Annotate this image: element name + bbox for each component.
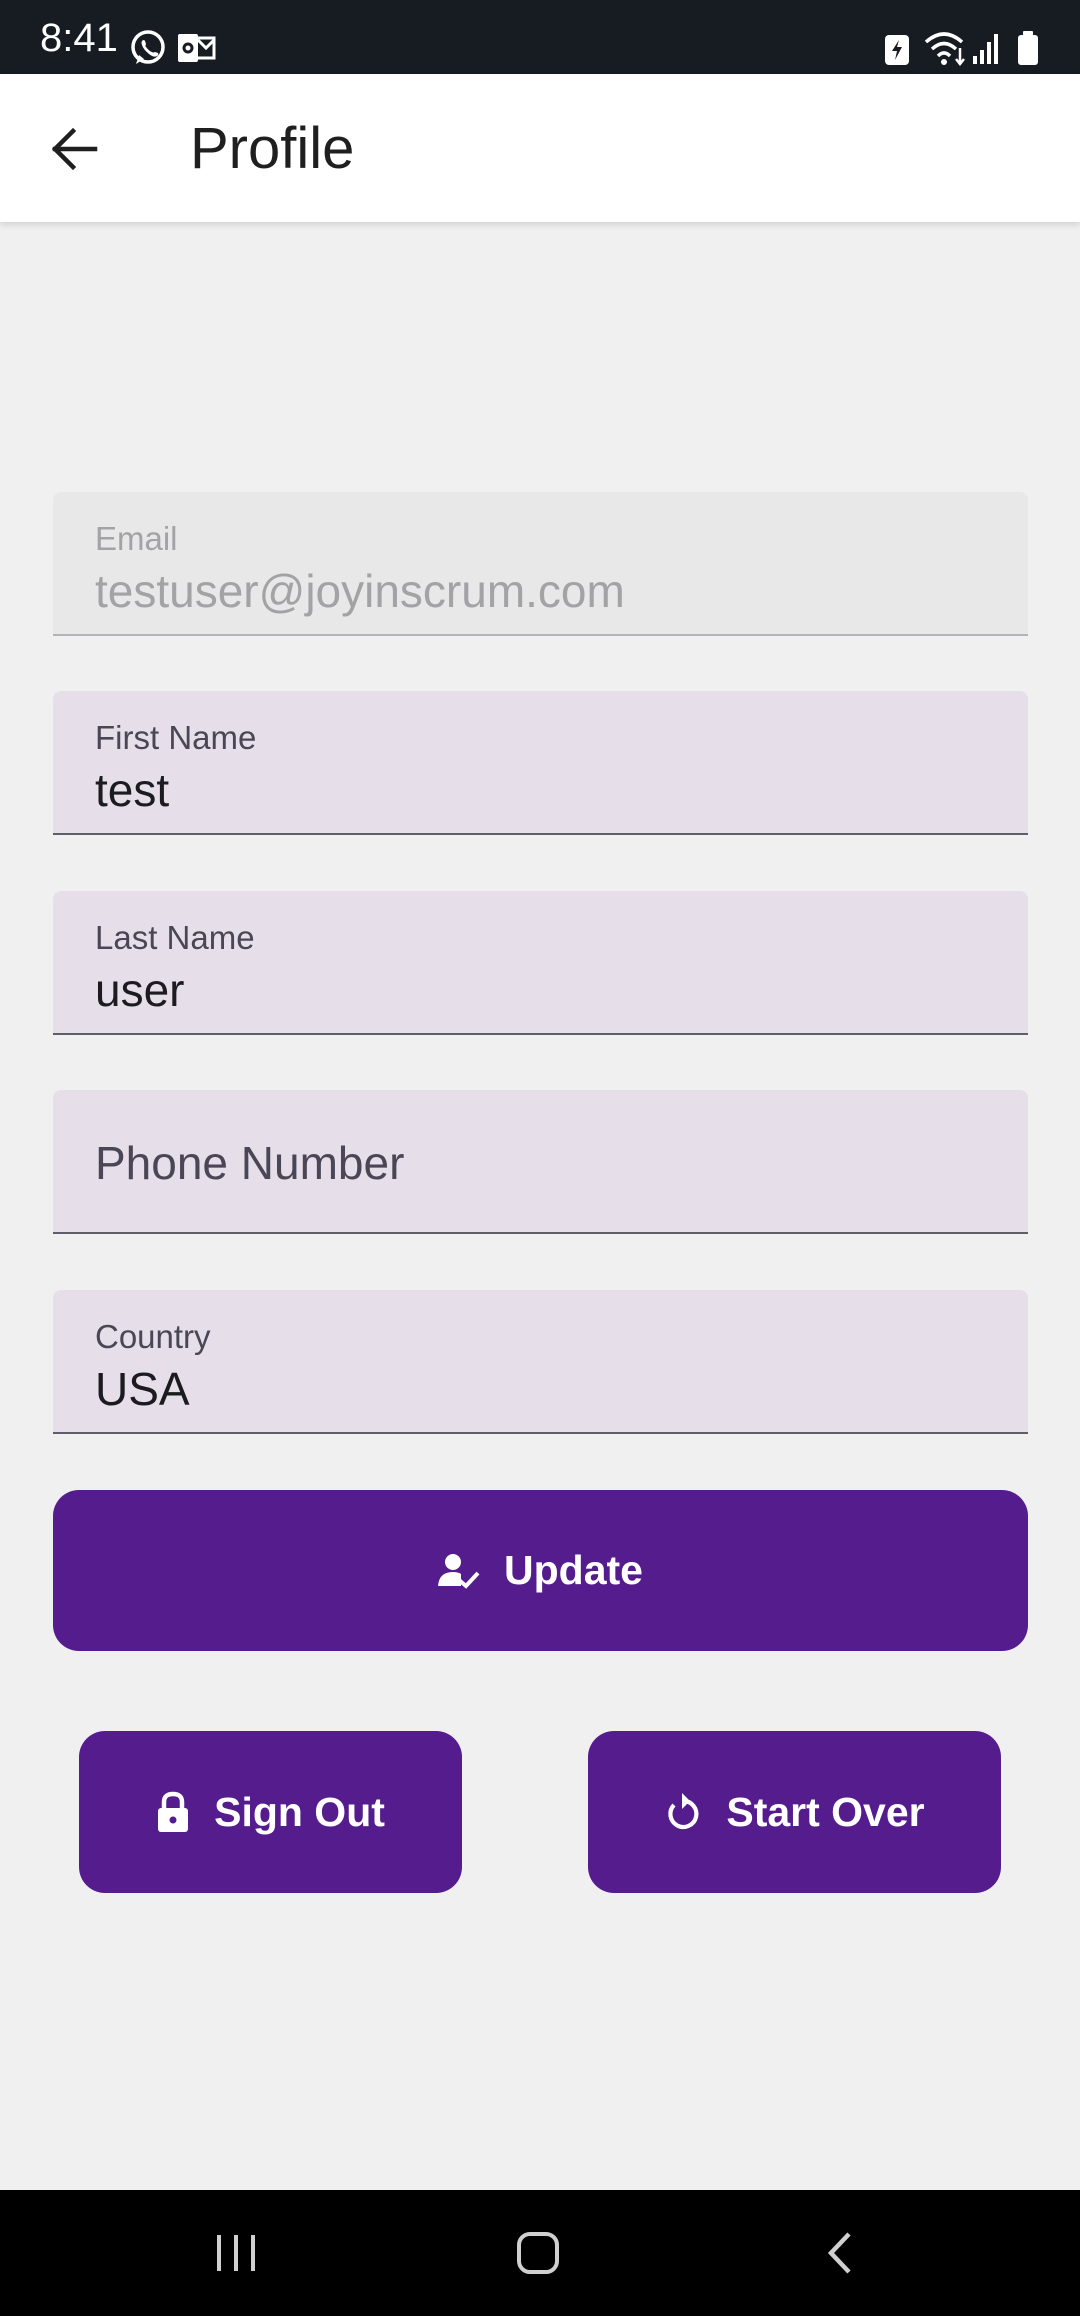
last-name-value[interactable]: user <box>95 967 184 1013</box>
home-icon <box>517 2232 559 2274</box>
country-field[interactable]: Country USA <box>53 1290 1028 1434</box>
cell-signal-icon <box>972 32 1002 69</box>
start-over-label: Start Over <box>726 1788 925 1835</box>
system-back-button[interactable] <box>790 2218 890 2288</box>
last-name-label: Last Name <box>95 919 255 956</box>
sign-out-button[interactable]: Sign Out <box>79 1731 462 1893</box>
update-label: Update <box>504 1547 643 1593</box>
sign-out-label: Sign Out <box>214 1788 385 1835</box>
status-bar: 8:41 <box>0 0 1080 74</box>
country-label: Country <box>95 1318 211 1355</box>
last-name-field[interactable]: Last Name user <box>53 891 1028 1035</box>
start-over-button[interactable]: Start Over <box>588 1731 1001 1893</box>
first-name-label: First Name <box>95 719 257 756</box>
system-nav-bar <box>0 2190 1080 2316</box>
battery-icon <box>1016 30 1040 71</box>
home-button[interactable] <box>488 2218 588 2288</box>
back-button[interactable] <box>30 114 118 184</box>
refresh-icon <box>664 1792 702 1832</box>
first-name-value[interactable]: test <box>95 767 169 813</box>
phone-number-placeholder: Phone Number <box>95 1137 405 1189</box>
status-time: 8:41 <box>40 16 118 60</box>
first-name-field[interactable]: First Name test <box>53 691 1028 835</box>
outlook-icon <box>176 32 216 69</box>
email-field: Email testuser@joyinscrum.com <box>53 492 1028 636</box>
page-title: Profile <box>190 116 355 181</box>
recent-apps-icon <box>217 2235 255 2271</box>
back-icon <box>827 2232 851 2274</box>
phone-number-field[interactable]: Phone Number <box>53 1090 1028 1234</box>
email-value: testuser@joyinscrum.com <box>95 565 625 617</box>
wifi-icon <box>924 30 968 71</box>
user-check-icon <box>438 1552 480 1590</box>
arrow-left-icon <box>51 127 98 171</box>
recent-apps-button[interactable] <box>186 2218 286 2288</box>
whatsapp-icon <box>128 28 168 73</box>
update-button[interactable]: Update <box>53 1490 1028 1651</box>
country-value[interactable]: USA <box>95 1366 190 1412</box>
email-label: Email <box>95 520 178 557</box>
app-bar: Profile <box>0 74 1080 222</box>
battery-saver-icon <box>884 32 910 71</box>
lock-icon <box>156 1791 190 1833</box>
